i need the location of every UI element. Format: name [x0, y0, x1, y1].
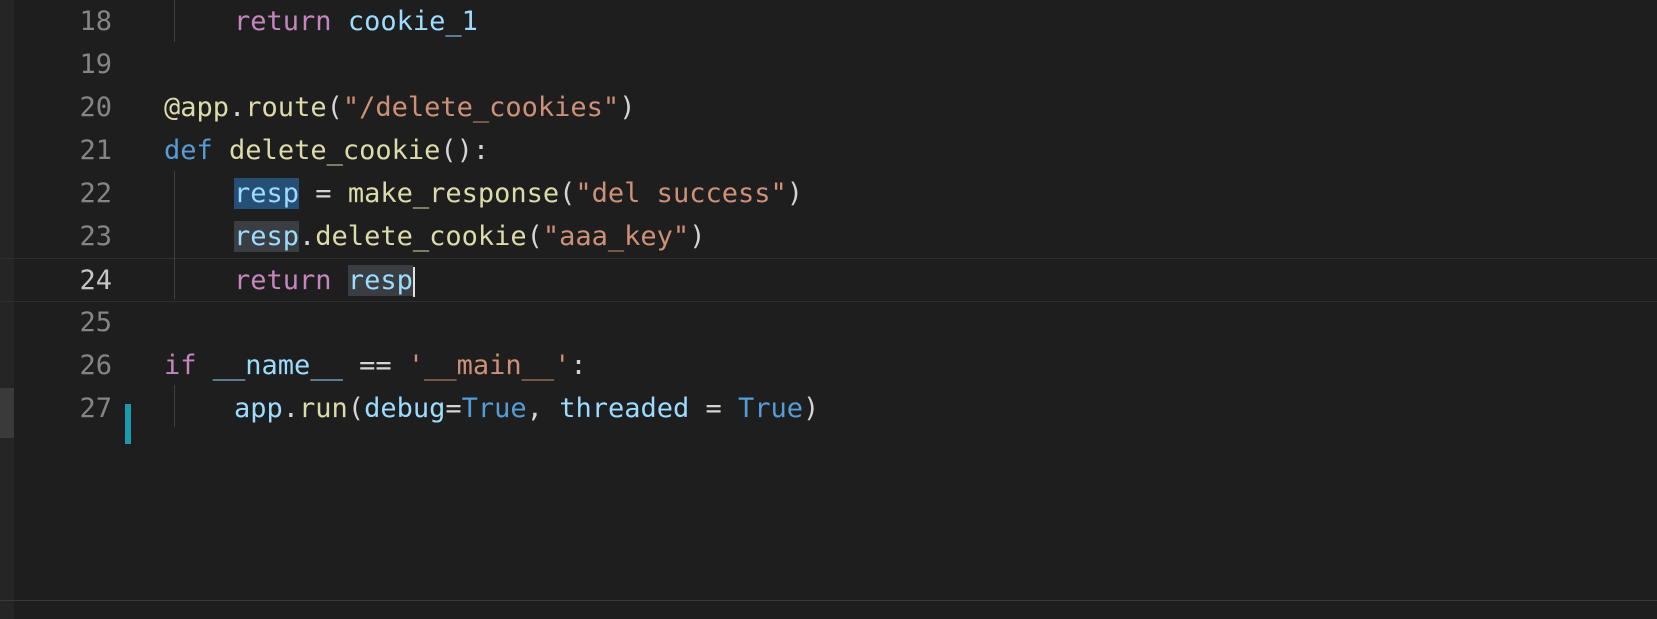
- code-token: debug: [364, 393, 446, 424]
- code-text[interactable]: return resp: [234, 259, 415, 303]
- code-line-23[interactable]: 23 resp.delete_cookie("aaa_key"): [0, 215, 1657, 259]
- code-text[interactable]: app.run(debug=True, threaded = True): [234, 387, 819, 431]
- text-cursor: [412, 266, 415, 297]
- line-number: 20: [79, 92, 112, 123]
- code-token: resp: [234, 221, 300, 252]
- code-token: delete_cookie: [229, 135, 441, 166]
- code-line-19[interactable]: 19: [0, 43, 1657, 87]
- code-line-22[interactable]: 22 resp = make_response("del success"): [0, 172, 1657, 216]
- code-token: ,: [526, 393, 560, 424]
- code-text[interactable]: resp.delete_cookie("aaa_key"): [234, 215, 705, 259]
- code-token: =: [299, 178, 348, 209]
- code-token: app: [234, 393, 283, 424]
- code-token: ==: [342, 350, 408, 381]
- code-token: route: [245, 92, 327, 123]
- code-token: delete_cookie: [315, 221, 527, 252]
- line-number: 26: [79, 350, 112, 381]
- line-number: 24: [79, 265, 112, 296]
- panel-divider: [0, 600, 1657, 601]
- indent-guide-if: [174, 385, 175, 427]
- code-token: make_response: [347, 178, 560, 209]
- line-number: 21: [79, 135, 112, 166]
- code-token: ): [786, 178, 803, 209]
- code-line-27[interactable]: 27 app.run(debug=True, threaded = True): [0, 387, 1657, 431]
- code-token: :: [570, 350, 587, 381]
- code-token: =: [689, 393, 739, 424]
- code-line-25[interactable]: 25: [0, 301, 1657, 345]
- code-line-18[interactable]: 18 return cookie_1: [0, 0, 1657, 44]
- code-token: True: [461, 393, 527, 424]
- code-token: resp: [347, 265, 413, 296]
- code-token: .: [299, 221, 316, 252]
- code-text[interactable]: resp = make_response("del success"): [234, 172, 803, 216]
- code-token: (: [526, 221, 543, 252]
- indent-guide-def: [174, 171, 175, 299]
- code-token: resp: [234, 178, 300, 209]
- code-token: "del success": [575, 178, 787, 209]
- code-token: True: [738, 393, 804, 424]
- code-token: '__main__': [407, 350, 571, 381]
- code-text[interactable]: if __name__ == '__main__':: [164, 344, 587, 388]
- indent-guide-top: [174, 0, 175, 42]
- code-token: __name__: [212, 350, 343, 381]
- code-token: def: [164, 135, 213, 166]
- code-token: =: [445, 393, 462, 424]
- code-token: ): [619, 92, 636, 123]
- code-token: .: [282, 393, 300, 424]
- code-token: return: [234, 265, 332, 296]
- code-token: cookie_1: [347, 6, 478, 37]
- code-text[interactable]: @app.route("/delete_cookies"): [164, 86, 635, 130]
- code-token: if: [164, 350, 197, 381]
- code-token: @app: [164, 92, 230, 123]
- code-token: ): [803, 393, 820, 424]
- line-number: 23: [79, 221, 112, 252]
- code-token: "/delete_cookies": [342, 92, 620, 123]
- gutter-modified-indicator: [125, 404, 131, 444]
- line-number: 19: [79, 49, 112, 80]
- code-line-24[interactable]: 24 return resp: [0, 258, 1657, 302]
- code-line-21[interactable]: 21 def delete_cookie():: [0, 129, 1657, 173]
- code-text[interactable]: def delete_cookie():: [164, 129, 489, 173]
- code-token: ): [689, 221, 706, 252]
- code-token: threaded: [559, 393, 690, 424]
- code-token: (: [347, 393, 365, 424]
- line-number: 27: [79, 393, 112, 424]
- code-text[interactable]: return cookie_1: [234, 0, 478, 44]
- code-editor[interactable]: 18 return cookie_1 19 20 @app.route("/delete…: [0, 0, 1657, 619]
- code-token: (: [326, 92, 343, 123]
- line-number: 25: [79, 307, 112, 338]
- line-number: 22: [79, 178, 112, 209]
- code-token: return: [234, 6, 332, 37]
- code-line-20[interactable]: 20 @app.route("/delete_cookies"): [0, 86, 1657, 130]
- code-token: (: [559, 178, 576, 209]
- code-token: run: [299, 393, 348, 424]
- code-token: ():: [440, 135, 490, 166]
- line-number: 18: [79, 6, 112, 37]
- code-line-26[interactable]: 26 if __name__ == '__main__':: [0, 344, 1657, 388]
- code-token: .: [229, 92, 246, 123]
- code-token: "aaa_key": [542, 221, 690, 252]
